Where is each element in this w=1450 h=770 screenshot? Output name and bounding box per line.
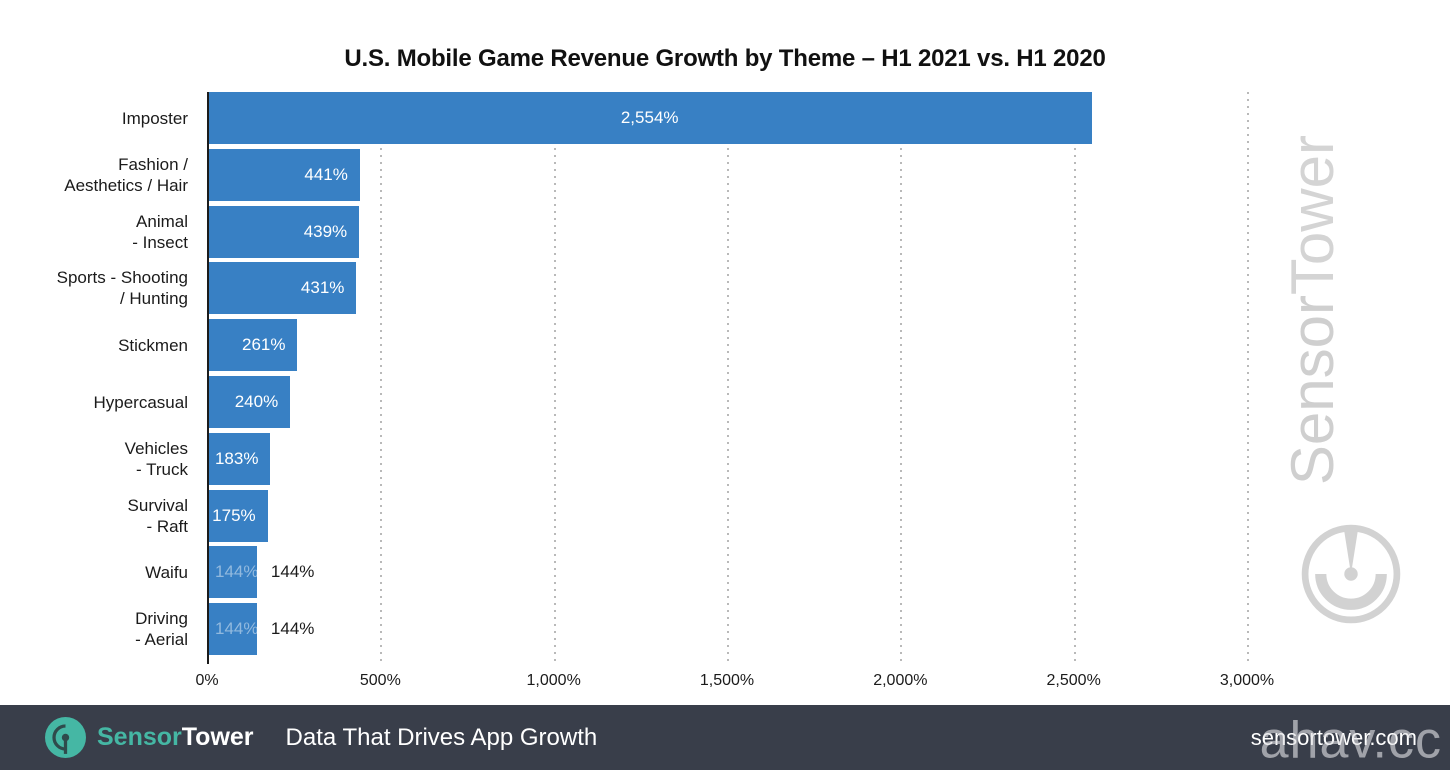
bar-imposter[interactable]: 2,554%	[207, 92, 1093, 144]
x-axis-labels: 0% 500% 1,000% 1,500% 2,000% 2,500% 3,000%	[195, 672, 1274, 698]
bar-waifu[interactable]: 144%	[207, 546, 257, 599]
bar-value-label-inside: 439%	[303, 221, 348, 241]
bar-row: 261%	[207, 319, 1247, 372]
x-tick-label: 2,000%	[873, 672, 928, 689]
bar-survival-raft[interactable]: 175%	[207, 489, 268, 542]
chart-plot-area: 2,554% 441% 439% 431% 261% 240% 183% 175% 144% 14…	[207, 92, 1249, 664]
bar-row: 144% 144%	[207, 603, 1247, 656]
x-tick-label: 500%	[359, 672, 401, 689]
bar-row: 441%	[207, 148, 1247, 201]
footer-url: sensortower.com	[1250, 724, 1417, 750]
gridline-3000	[1247, 92, 1249, 664]
bar-value-label-inside: 240%	[234, 392, 279, 411]
bar-value-label-inside: 183%	[214, 448, 259, 468]
bar-value-label-inside: 261%	[241, 335, 286, 355]
category-label: Fashion / Aesthetics / Hair	[64, 154, 188, 195]
bar-value-label-inside: 144%	[215, 619, 257, 639]
bar-row: 240%	[207, 376, 1247, 428]
bar-row: 175%	[207, 489, 1247, 542]
bar-row: 439%	[207, 205, 1247, 258]
bar-value-label-inside: 2,554%	[620, 108, 679, 127]
footer-brand-tower: Tower	[181, 723, 254, 751]
category-label: Waifu	[145, 562, 188, 582]
x-tick-label: 1,500%	[699, 672, 755, 689]
category-label: Imposter	[121, 108, 188, 128]
page-title: U.S. Mobile Game Revenue Growth by Theme…	[344, 45, 1106, 72]
sensortower-radar-logo-icon	[45, 717, 86, 758]
footer-bar: SensorTower Data That Drives App Growth …	[0, 705, 1450, 770]
category-label: Driving - Aerial	[135, 609, 188, 650]
footer-brand-sensor: Sensor	[97, 723, 182, 751]
sensortower-watermark-text: SensorTower	[1278, 135, 1347, 485]
watermark-sensor-text: Sensor	[1279, 295, 1346, 486]
footer-tagline: Data That Drives App Growth	[285, 723, 598, 751]
y-axis-baseline	[207, 92, 209, 664]
watermark-tower-text: Tower	[1279, 135, 1346, 296]
x-tick-label: 0%	[195, 672, 219, 689]
bar-fashion-aesthetics-hair[interactable]: 441%	[207, 148, 360, 201]
bar-hypercasual[interactable]: 240%	[207, 376, 291, 428]
bar-stickmen[interactable]: 261%	[207, 319, 298, 372]
bar-row: 431%	[207, 262, 1247, 315]
bar-value-label-inside: 431%	[300, 278, 345, 298]
bar-value-label-outside: 144%	[270, 619, 315, 639]
category-label: Stickmen	[118, 335, 188, 355]
bar-row: 2,554%	[207, 92, 1247, 144]
bar-value-label-outside: 144%	[270, 562, 315, 582]
category-label: Vehicles - Truck	[124, 438, 188, 479]
category-label: Animal - Insect	[132, 211, 188, 252]
bar-vehicles-truck[interactable]: 183%	[207, 432, 271, 485]
bar-value-label-inside: 175%	[212, 505, 256, 525]
bar-driving-aerial[interactable]: 144%	[207, 603, 257, 656]
bar-value-label-inside: 144%	[215, 562, 257, 582]
bar-animal-insect[interactable]: 439%	[207, 205, 360, 258]
bar-row: 144% 144%	[207, 546, 1247, 599]
x-tick-label: 2,500%	[1046, 672, 1101, 689]
category-label: Hypercasual	[93, 392, 189, 412]
footer-brand: SensorTower	[97, 723, 254, 752]
x-tick-label: 1,000%	[526, 672, 581, 689]
bar-row: 183%	[207, 432, 1247, 485]
x-tick-label: 3,000%	[1219, 672, 1275, 689]
category-label: Sports - Shooting / Hunting	[56, 268, 188, 309]
sensortower-radar-logo-icon	[1301, 524, 1401, 624]
category-label: Survival - Raft	[127, 495, 188, 536]
bar-sports-shooting-hunting[interactable]: 431%	[207, 262, 357, 315]
bar-value-label-inside: 441%	[304, 164, 348, 184]
